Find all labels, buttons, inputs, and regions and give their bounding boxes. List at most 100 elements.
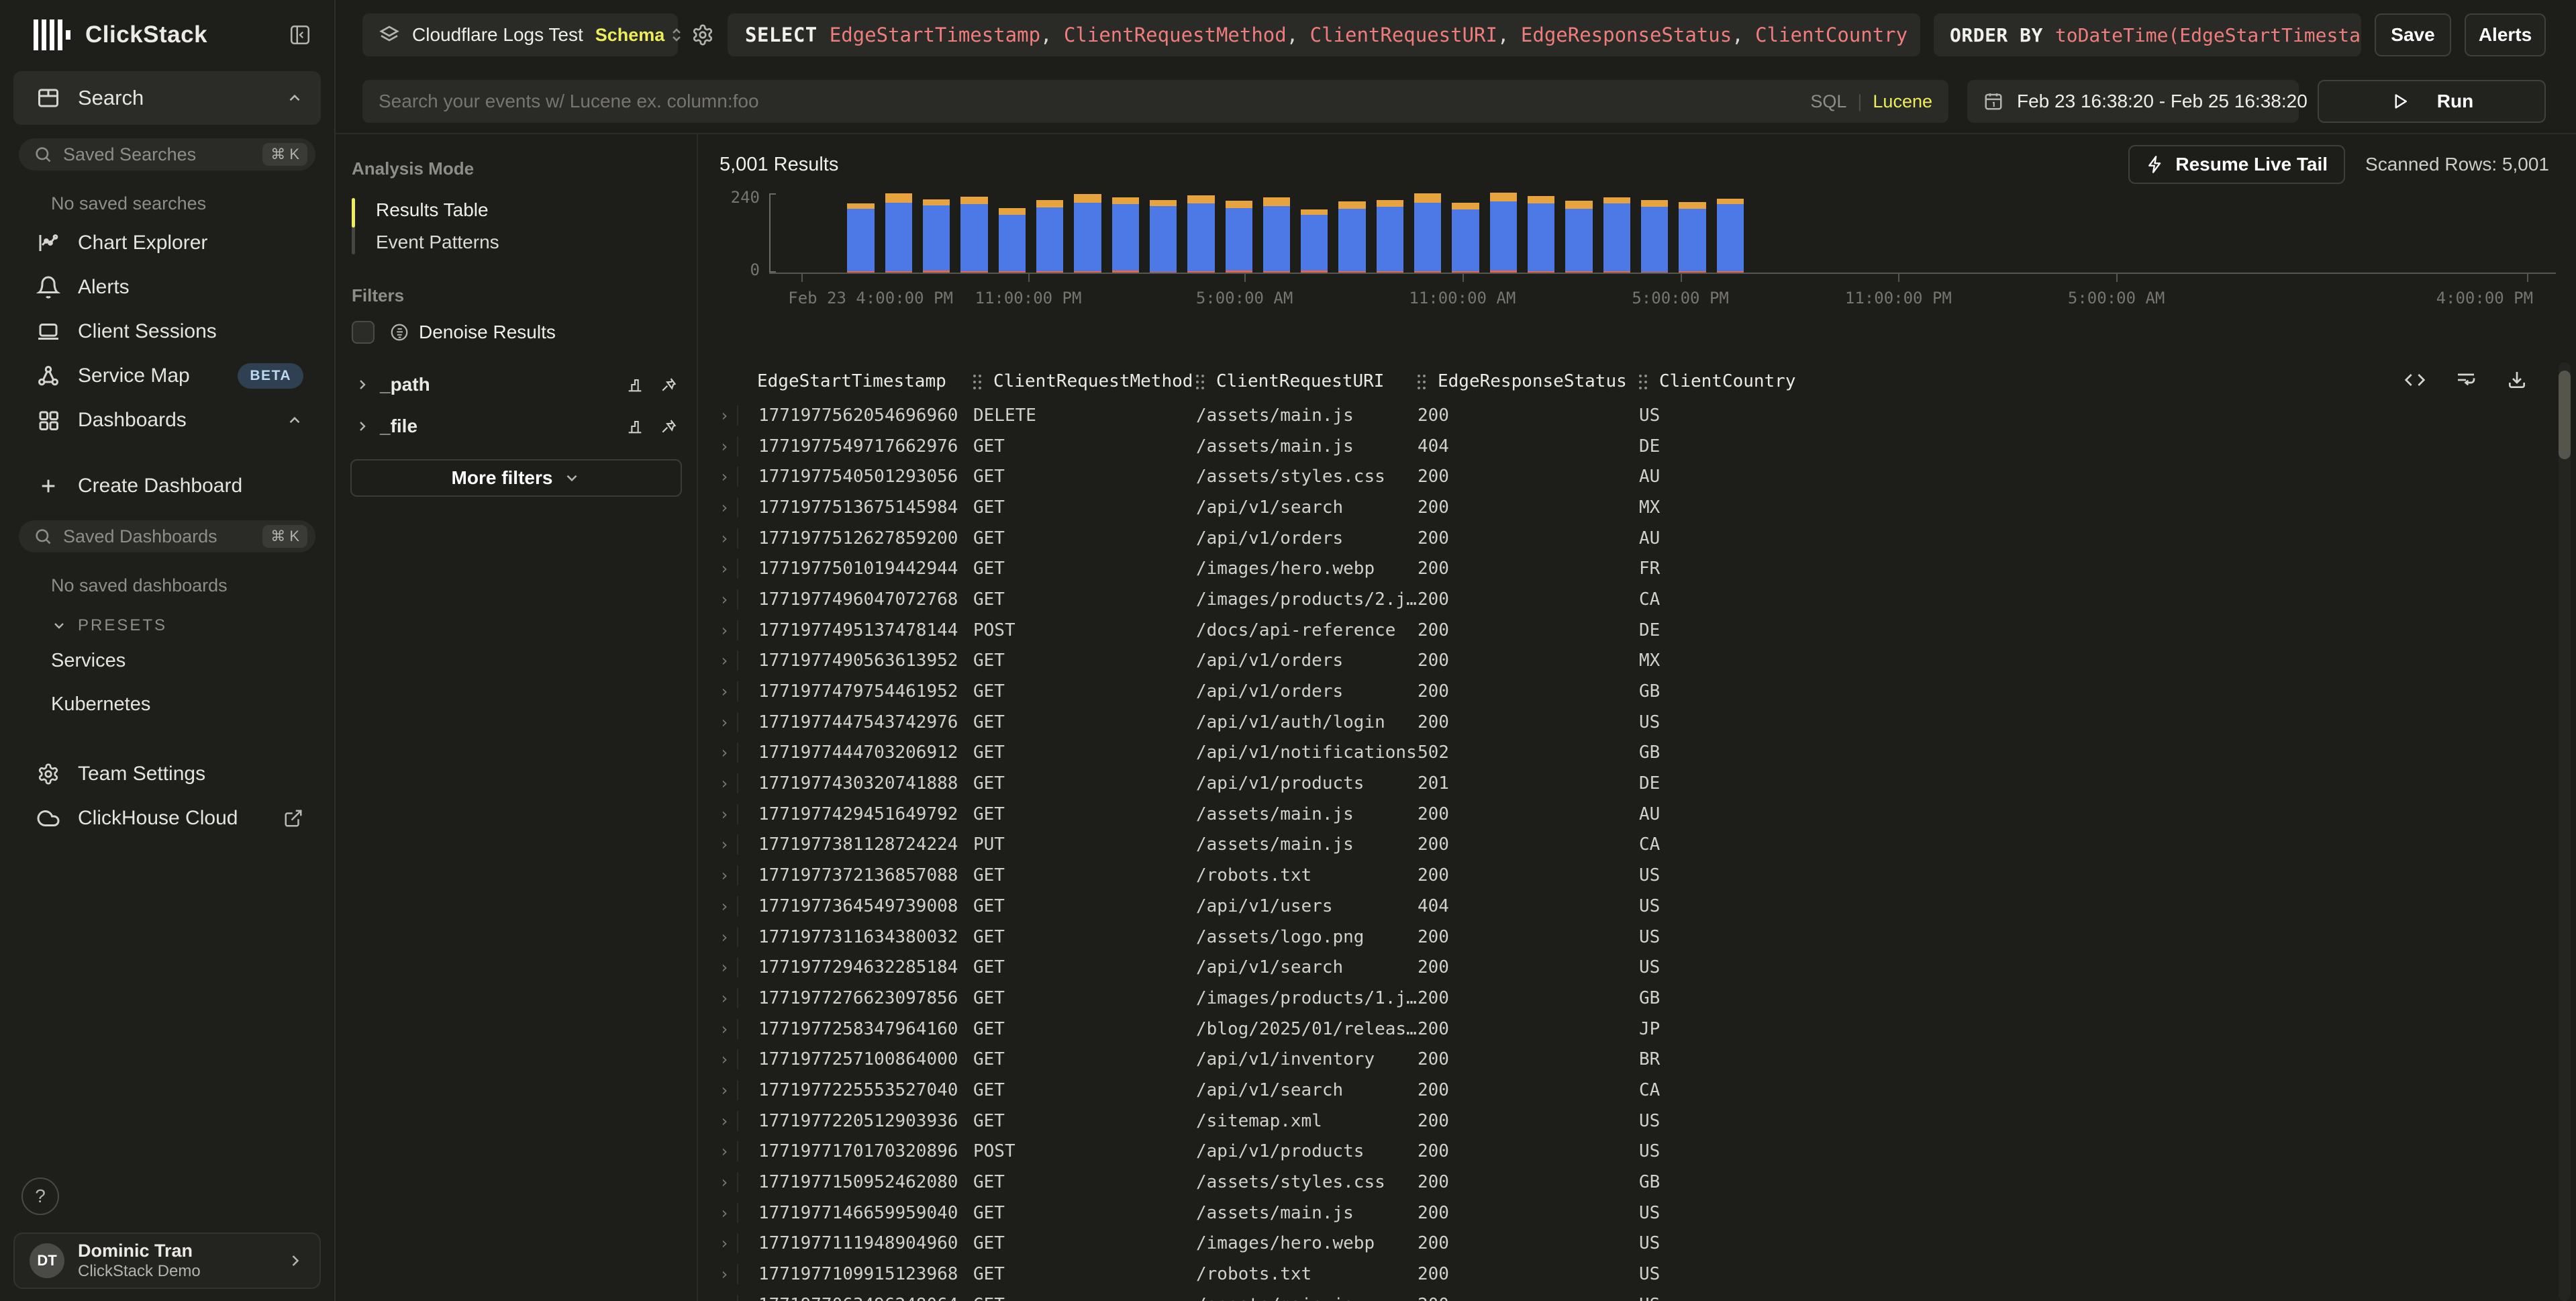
search-toolbar: SQL | Lucene Feb 23 16:38:20 - Feb 25 16… bbox=[336, 70, 2576, 134]
column-header[interactable]: ClientRequestURI bbox=[1196, 371, 1418, 391]
histogram-bar bbox=[885, 193, 912, 273]
scrollbar-track[interactable] bbox=[2559, 363, 2571, 1301]
table-row[interactable]: ›1771977294632285184GET/api/v1/search200… bbox=[720, 952, 2576, 983]
yellow-top-segment bbox=[1338, 201, 1365, 209]
table-row[interactable]: ›1771977430320741888GET/api/v1/products2… bbox=[720, 768, 2576, 799]
saved-dashboards-field[interactable] bbox=[63, 526, 252, 547]
denoise-results-toggle[interactable]: Denoise Results bbox=[352, 321, 681, 344]
sql-mode-label[interactable]: SQL bbox=[1810, 91, 1846, 112]
more-filters-button[interactable]: More filters bbox=[350, 459, 682, 497]
field-chart-icon[interactable] bbox=[626, 375, 644, 394]
event-search-field[interactable] bbox=[379, 91, 1797, 112]
source-settings-gear-icon[interactable] bbox=[691, 23, 714, 46]
table-row[interactable]: ›1771977490563613952GET/api/v1/orders200… bbox=[720, 646, 2576, 677]
table-row[interactable]: ›1771977512627859200GET/api/v1/orders200… bbox=[720, 523, 2576, 554]
lucene-mode-label[interactable]: Lucene bbox=[1873, 91, 1932, 112]
sidebar-collapse-icon[interactable] bbox=[289, 23, 311, 46]
scrollbar-thumb[interactable] bbox=[2559, 371, 2571, 459]
table-row[interactable]: ›1771977447543742976GET/api/v1/auth/logi… bbox=[720, 707, 2576, 738]
table-row[interactable]: ›1771977513675145984GET/api/v1/search200… bbox=[720, 492, 2576, 523]
saved-dashboards-input[interactable]: ⌘ K bbox=[19, 520, 315, 552]
query-language-toggle[interactable]: SQL | Lucene bbox=[1810, 91, 1932, 112]
cell-timestamp: 1771977381128724224 bbox=[737, 834, 973, 855]
yellow-top-segment bbox=[885, 193, 912, 203]
mode-event-patterns[interactable]: Event Patterns bbox=[354, 226, 682, 258]
sidebar-item-service-map[interactable]: Service Map BETA bbox=[13, 355, 321, 397]
column-header[interactable]: EdgeResponseStatus bbox=[1418, 371, 1639, 391]
saved-searches-input[interactable]: ⌘ K bbox=[19, 138, 315, 171]
download-icon[interactable] bbox=[2506, 369, 2528, 391]
saved-searches-field[interactable] bbox=[63, 144, 252, 165]
table-row[interactable]: ›1771977495137478144POST/docs/api-refere… bbox=[720, 615, 2576, 646]
cell-timestamp: 1771977429451649792 bbox=[737, 804, 973, 824]
table-row[interactable]: ›1771977501019442944GET/images/hero.webp… bbox=[720, 553, 2576, 584]
table-row[interactable]: ›1771977381128724224PUT/assets/main.js20… bbox=[720, 830, 2576, 861]
preset-item-kubernetes[interactable]: Kubernetes bbox=[13, 683, 321, 726]
analysis-mode-label: Analysis Mode bbox=[352, 158, 682, 179]
create-dashboard-button[interactable]: Create Dashboard bbox=[13, 465, 321, 507]
table-row[interactable]: ›1771977220512903936GET/sitemap.xml200US bbox=[720, 1106, 2576, 1137]
table-row[interactable]: ›1771977258347964160GET/blog/2025/01/rel… bbox=[720, 1014, 2576, 1045]
table-row[interactable]: ›1771977225553527040GET/api/v1/search200… bbox=[720, 1075, 2576, 1106]
cell-country: US bbox=[1639, 1203, 2576, 1223]
table-row[interactable]: ›1771977276623097856GET/images/products/… bbox=[720, 983, 2576, 1014]
cell-timestamp: 1771977479754461952 bbox=[737, 681, 973, 702]
sidebar-item-team-settings[interactable]: Team Settings bbox=[13, 753, 321, 795]
column-header[interactable]: EdgeStartTimestamp bbox=[757, 371, 973, 391]
histogram-bar bbox=[1641, 200, 1668, 273]
code-view-icon[interactable] bbox=[2404, 369, 2426, 391]
column-grip-icon[interactable] bbox=[1196, 374, 1204, 389]
sidebar-item-dashboards[interactable]: Dashboards bbox=[13, 399, 321, 441]
table-row[interactable]: ›1771977111948904960GET/images/hero.webp… bbox=[720, 1228, 2576, 1259]
sidebar-item-clickhouse-cloud[interactable]: ClickHouse Cloud bbox=[13, 798, 321, 839]
filter-field-path[interactable]: _path bbox=[350, 364, 682, 405]
filter-field-file[interactable]: _file bbox=[350, 405, 682, 447]
wrap-lines-icon[interactable] bbox=[2455, 369, 2477, 391]
column-grip-icon[interactable] bbox=[973, 374, 981, 389]
column-grip-icon[interactable] bbox=[1418, 374, 1426, 389]
table-row[interactable]: ›1771977479754461952GET/api/v1/orders200… bbox=[720, 676, 2576, 707]
pin-icon[interactable] bbox=[659, 375, 678, 394]
yellow-top-segment bbox=[1226, 201, 1252, 208]
table-row[interactable]: ›1771977311634380032GET/assets/logo.png2… bbox=[720, 922, 2576, 953]
table-row[interactable]: ›1771977257100864000GET/api/v1/inventory… bbox=[720, 1044, 2576, 1075]
denoise-checkbox[interactable] bbox=[352, 321, 375, 344]
column-grip-icon[interactable] bbox=[1639, 374, 1647, 389]
resume-live-tail-button[interactable]: Resume Live Tail bbox=[2128, 145, 2345, 184]
run-button[interactable]: Run bbox=[2318, 80, 2546, 123]
preset-item-services[interactable]: Services bbox=[13, 639, 321, 683]
table-row[interactable]: ›1771977549717662976GET/assets/main.js40… bbox=[720, 431, 2576, 462]
orderby-clause-editor[interactable]: ORDER BY toDateTime(EdgeStartTimestamp / bbox=[1934, 13, 2361, 56]
pin-icon[interactable] bbox=[659, 417, 678, 436]
table-row[interactable]: ›1771977364549739008GET/api/v1/users404U… bbox=[720, 891, 2576, 922]
table-row[interactable]: ›1771977444703206912GET/api/v1/notificat… bbox=[720, 738, 2576, 769]
save-button[interactable]: Save bbox=[2375, 13, 2451, 56]
mode-results-table[interactable]: Results Table bbox=[354, 194, 682, 226]
table-row[interactable]: ›1771977109915123968GET/robots.txt200US bbox=[720, 1259, 2576, 1290]
select-clause-editor[interactable]: SELECTEdgeStartTimestamp, ClientRequestM… bbox=[728, 13, 1920, 56]
table-row[interactable]: ›1771977063496248064GET/assets/main.js20… bbox=[720, 1290, 2576, 1301]
table-row[interactable]: ›1771977170170320896POST/api/v1/products… bbox=[720, 1137, 2576, 1167]
sidebar-item-client-sessions[interactable]: Client Sessions bbox=[13, 311, 321, 352]
alerts-button[interactable]: Alerts bbox=[2465, 13, 2546, 56]
table-row[interactable]: ›1771977540501293056GET/assets/styles.cs… bbox=[720, 461, 2576, 492]
sidebar-item-alerts[interactable]: Alerts bbox=[13, 267, 321, 308]
table-row[interactable]: ›1771977150952462080GET/assets/styles.cs… bbox=[720, 1167, 2576, 1198]
cell-method: GET bbox=[973, 1111, 1196, 1131]
help-button[interactable]: ? bbox=[21, 1177, 59, 1215]
date-range-picker[interactable]: Feb 23 16:38:20 - Feb 25 16:38:20 bbox=[1967, 80, 2299, 123]
table-row[interactable]: ›1771977372136857088GET/robots.txt200US bbox=[720, 860, 2576, 891]
sidebar-item-search[interactable]: Search bbox=[13, 71, 321, 125]
table-row[interactable]: ›1771977429451649792GET/assets/main.js20… bbox=[720, 799, 2576, 830]
sidebar-item-chart-explorer[interactable]: Chart Explorer bbox=[13, 222, 321, 264]
schema-select[interactable]: Schema bbox=[595, 25, 684, 46]
field-chart-icon[interactable] bbox=[626, 417, 644, 436]
event-search-input[interactable]: SQL | Lucene bbox=[362, 80, 1948, 123]
user-menu[interactable]: DT Dominic Tran ClickStack Demo bbox=[13, 1233, 321, 1289]
table-row[interactable]: ›1771977146659959040GET/assets/main.js20… bbox=[720, 1198, 2576, 1228]
table-row[interactable]: ›1771977496047072768GET/images/products/… bbox=[720, 584, 2576, 615]
column-header[interactable]: ClientRequestMethod bbox=[973, 371, 1196, 391]
table-row[interactable]: ›1771977562054696960DELETE/assets/main.j… bbox=[720, 400, 2576, 431]
source-selector[interactable]: Cloudflare Logs Test Schema bbox=[362, 13, 678, 56]
presets-toggle[interactable]: PRESETS bbox=[13, 603, 321, 639]
